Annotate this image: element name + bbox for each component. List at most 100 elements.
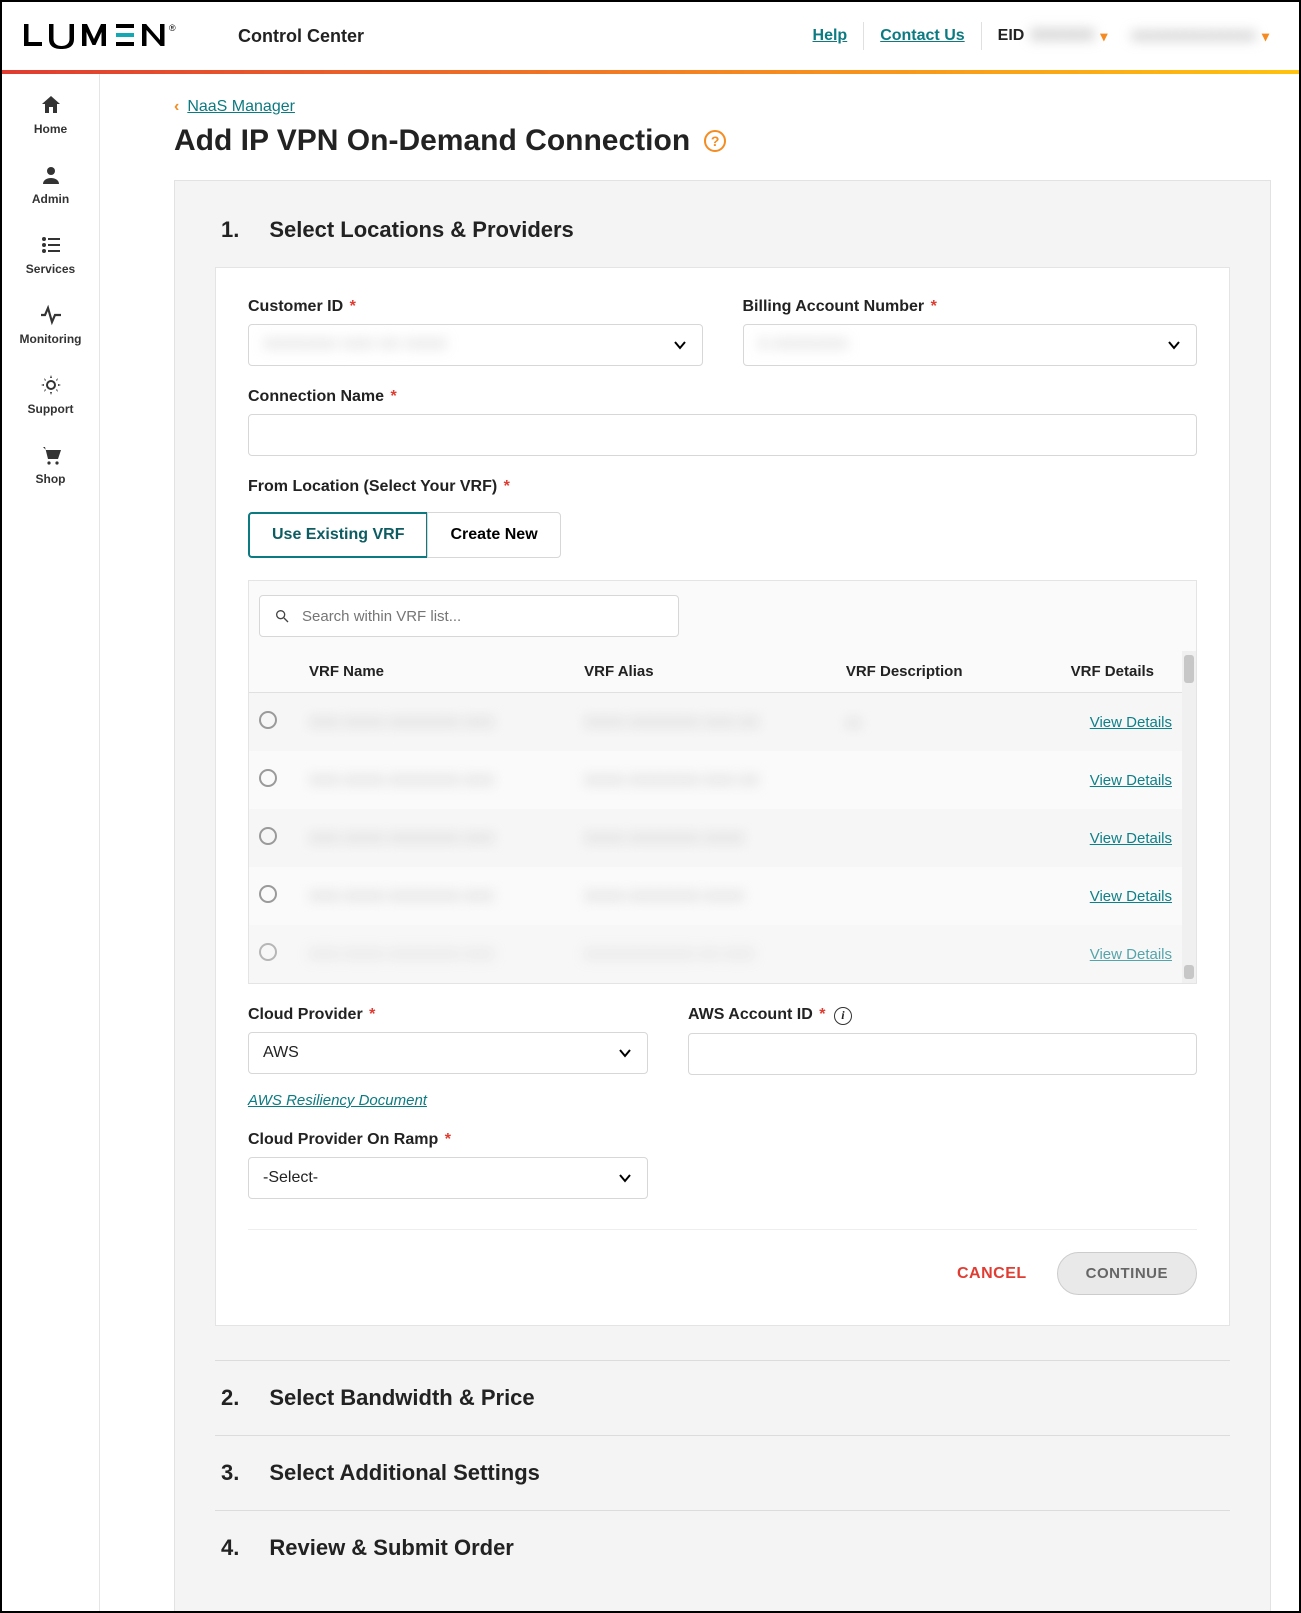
table-row: XXX-XXXX-XXXXXXX-XXX XXXXXXXXXXX-XX-XXX … <box>249 925 1182 983</box>
breadcrumb-parent[interactable]: NaaS Manager <box>187 98 295 116</box>
vrf-table: VRF Name VRF Alias VRF Description VRF D… <box>249 651 1182 983</box>
view-details-link[interactable]: View Details <box>1090 772 1172 789</box>
home-icon <box>38 92 64 118</box>
from-location-label: From Location (Select Your VRF) * <box>248 478 1197 496</box>
help-icon[interactable]: ? <box>704 130 726 152</box>
nav-label: Support <box>28 402 74 416</box>
view-details-link[interactable]: View Details <box>1090 946 1172 963</box>
onramp-select[interactable]: -Select- <box>248 1157 648 1199</box>
cloud-provider-label: Cloud Provider * <box>248 1006 648 1024</box>
resiliency-doc-link[interactable]: AWS Resiliency Document <box>248 1092 648 1109</box>
vrf-alias: XXXXXXXXXXX-XX-XXX <box>574 925 836 983</box>
step-4-header[interactable]: 4. Review & Submit Order <box>215 1510 1230 1585</box>
scrollbar[interactable] <box>1182 651 1196 983</box>
customer-id-value: XXXXXXX XXX XX XXXX <box>263 336 688 354</box>
nav-label: Shop <box>36 472 66 486</box>
brand-logo: ® <box>24 23 184 49</box>
nav-label: Admin <box>32 192 69 206</box>
nav-monitoring[interactable]: Monitoring <box>2 292 99 356</box>
vrf-desc <box>836 809 1019 867</box>
search-icon <box>274 608 290 624</box>
view-details-link[interactable]: View Details <box>1090 888 1172 905</box>
eid-dropdown[interactable]: EID XXXXXX ▾ <box>982 27 1116 45</box>
view-details-link[interactable]: View Details <box>1090 714 1172 731</box>
nav-shop[interactable]: Shop <box>2 432 99 496</box>
vrf-radio[interactable] <box>259 827 277 845</box>
onramp-value: -Select- <box>263 1169 633 1187</box>
step-title: Select Bandwidth & Price <box>269 1385 534 1411</box>
nav-support[interactable]: Support <box>2 362 99 426</box>
aws-account-id-label: AWS Account ID * i <box>688 1006 1197 1025</box>
step-footer: CANCEL CONTINUE <box>248 1229 1197 1295</box>
step-2-header[interactable]: 2. Select Bandwidth & Price <box>215 1360 1230 1435</box>
step-num: 1. <box>221 217 239 243</box>
vrf-radio[interactable] <box>259 711 277 729</box>
main-content: ‹ NaaS Manager Add IP VPN On-Demand Conn… <box>100 74 1299 1611</box>
vrf-alias: XXXX-XXXXXXX-XXX-XX <box>574 751 836 809</box>
breadcrumb: ‹ NaaS Manager <box>174 98 1271 116</box>
table-row: XXX-XXXX-XXXXXXX-XXX XXXX-XXXXXXX-XXX-XX… <box>249 693 1182 752</box>
nav-admin[interactable]: Admin <box>2 152 99 216</box>
step-title: Select Locations & Providers <box>269 217 573 243</box>
vrf-desc <box>836 925 1019 983</box>
vrf-list-box: VRF Name VRF Alias VRF Description VRF D… <box>248 580 1197 984</box>
view-details-link[interactable]: View Details <box>1090 830 1172 847</box>
help-link[interactable]: Help <box>797 27 864 45</box>
vrf-desc: xx <box>836 693 1019 752</box>
cancel-button[interactable]: CANCEL <box>951 1264 1033 1284</box>
vrf-search[interactable] <box>259 595 679 637</box>
vrf-desc <box>836 751 1019 809</box>
nav-label: Services <box>26 262 75 276</box>
customer-id-select[interactable]: XXXXXXX XXX XX XXXX <box>248 324 703 366</box>
aws-account-id-input[interactable] <box>688 1033 1197 1075</box>
step-title: Review & Submit Order <box>269 1535 514 1561</box>
onramp-label: Cloud Provider On Ramp * <box>248 1131 648 1149</box>
back-chevron-icon[interactable]: ‹ <box>174 98 179 116</box>
vrf-radio[interactable] <box>259 943 277 961</box>
side-nav: Home Admin Services Monitoring Support S… <box>2 74 100 1611</box>
vrf-alias: XXXX-XXXXXXX-XXXX <box>574 867 836 925</box>
connection-name-input[interactable] <box>248 414 1197 456</box>
ban-value: X-XXXXXXX <box>758 336 1183 354</box>
continue-button[interactable]: CONTINUE <box>1057 1252 1197 1295</box>
svg-text:®: ® <box>169 23 178 33</box>
top-bar: ® Control Center Help Contact Us EID XXX… <box>2 2 1299 70</box>
chevron-down-icon: ▾ <box>1100 28 1107 45</box>
table-row: XXX-XXXX-XXXXXXX-XXX XXXX-XXXXXXX-XXX-XX… <box>249 751 1182 809</box>
chevron-down-icon: ▾ <box>1262 28 1269 45</box>
account-dropdown[interactable]: xxxxxxxxxxxxxx ▾ <box>1115 27 1277 45</box>
col-vrf-desc: VRF Description <box>836 651 1019 693</box>
ban-label: Billing Account Number * <box>743 298 1198 316</box>
step-title: Select Additional Settings <box>269 1460 540 1486</box>
connection-name-label: Connection Name * <box>248 388 1197 406</box>
vrf-desc <box>836 867 1019 925</box>
cloud-provider-value: AWS <box>263 1044 633 1062</box>
seg-create-new[interactable]: Create New <box>427 512 560 558</box>
vrf-alias: XXXX-XXXXXXX-XXXX <box>574 809 836 867</box>
support-icon <box>38 372 64 398</box>
table-row: XXX-XXXX-XXXXXXX-XXX XXXX-XXXXXXX-XXXX V… <box>249 867 1182 925</box>
table-row: XXX-XXXX-XXXXXXX-XXX XXXX-XXXXXXX-XXXX V… <box>249 809 1182 867</box>
vrf-radio[interactable] <box>259 885 277 903</box>
chevron-down-icon <box>617 1170 633 1186</box>
nav-home[interactable]: Home <box>2 82 99 146</box>
contact-link[interactable]: Contact Us <box>864 27 980 45</box>
cloud-provider-select[interactable]: AWS <box>248 1032 648 1074</box>
page-title-text: Add IP VPN On-Demand Connection <box>174 124 690 158</box>
nav-services[interactable]: Services <box>2 222 99 286</box>
seg-use-existing[interactable]: Use Existing VRF <box>248 512 428 558</box>
ban-select[interactable]: X-XXXXXXX <box>743 324 1198 366</box>
step-1-header: 1. Select Locations & Providers <box>221 217 1230 243</box>
admin-icon <box>38 162 64 188</box>
wizard-panel: 1. Select Locations & Providers Customer… <box>174 180 1271 1611</box>
monitoring-icon <box>38 302 64 328</box>
step-3-header[interactable]: 3. Select Additional Settings <box>215 1435 1230 1510</box>
vrf-radio[interactable] <box>259 769 277 787</box>
vrf-name: XXX-XXXX-XXXXXXX-XXX <box>299 751 574 809</box>
page-title: Add IP VPN On-Demand Connection ? <box>174 124 1271 158</box>
step-num: 2. <box>221 1385 239 1411</box>
product-name: Control Center <box>238 26 364 47</box>
chevron-down-icon <box>1166 337 1182 353</box>
vrf-name: XXX-XXXX-XXXXXXX-XXX <box>299 925 574 983</box>
info-icon[interactable]: i <box>834 1007 852 1025</box>
